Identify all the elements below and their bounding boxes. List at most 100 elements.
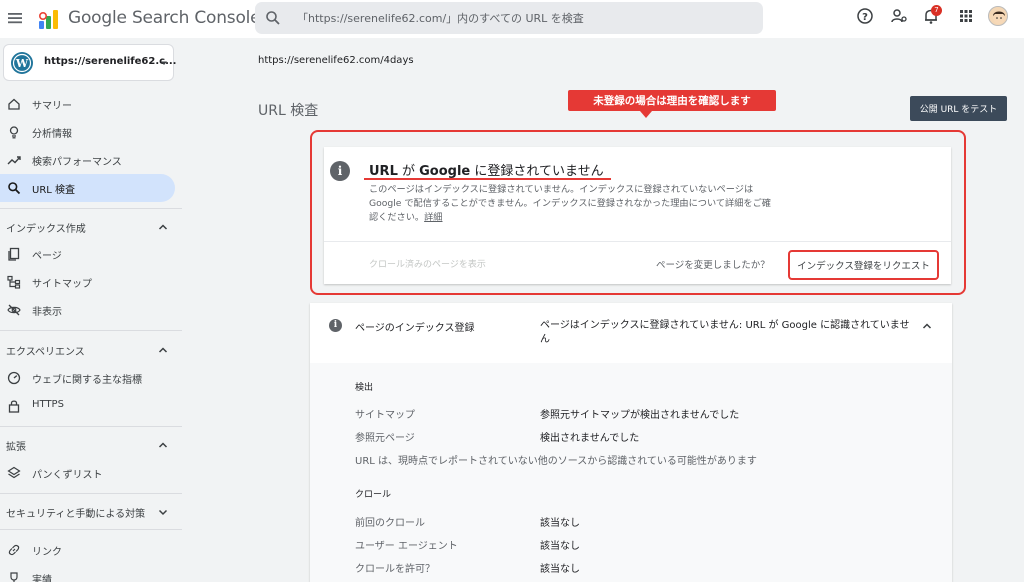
section-label: 拡張 (6, 442, 26, 453)
page-title: URL 検査 (258, 103, 319, 119)
section-experience[interactable]: エクスペリエンス (0, 339, 175, 361)
sidebar-item-label: 実績 (32, 575, 52, 582)
lightbulb-icon (9, 126, 19, 139)
page-indexing-header[interactable]: i ページのインデックス登録 ページはインデックスに登録されていません: URL… (310, 303, 952, 363)
section-security[interactable]: セキュリティと手動による対策 (0, 501, 175, 523)
sidebar: W https://serenelife62.c... サマリー 分析情報 検索… (0, 38, 185, 582)
section-indexing[interactable]: インデックス作成 (0, 216, 175, 238)
sidebar-item-label: リンク (32, 547, 62, 558)
section-label: エクスペリエンス (6, 347, 85, 358)
sidebar-item-pages[interactable]: ページ (0, 240, 175, 268)
sidebar-item-breadcrumbs[interactable]: パンくずリスト (0, 459, 175, 487)
eye-off-icon (7, 304, 21, 316)
help-icon[interactable]: ? (856, 7, 874, 25)
annotation-underline (364, 178, 611, 180)
search-console-logo-icon[interactable] (37, 7, 61, 31)
app-title[interactable]: Google Search Console (68, 8, 261, 28)
dropdown-arrow-icon (161, 61, 167, 65)
sidebar-item-label: URL 検査 (32, 185, 76, 196)
detail-key: ユーザー エージェント (355, 541, 458, 552)
sidebar-item-label: サマリー (32, 101, 72, 112)
sidebar-item-achievements[interactable]: 実績 (0, 564, 175, 582)
chevron-up-icon[interactable] (922, 321, 932, 331)
manage-accounts-icon[interactable] (890, 7, 908, 25)
sidebar-item-https[interactable]: HTTPS (0, 392, 175, 420)
inspected-url: https://serenelife62.com/4days (258, 55, 414, 66)
page-indexing-card: i ページのインデックス登録 ページはインデックスに登録されていません: URL… (310, 303, 952, 582)
chevron-down-icon (158, 509, 168, 516)
menu-icon[interactable] (6, 9, 24, 27)
sidebar-item-label: HTTPS (32, 399, 64, 410)
card-divider (324, 241, 951, 242)
detail-key: サイトマップ (355, 410, 415, 421)
sitemap-icon (7, 275, 21, 289)
chevron-up-icon (158, 347, 168, 353)
trophy-icon (10, 572, 18, 582)
index-status-description: このページはインデックスに登録されていません。インデックスに登録されていないペー… (369, 184, 771, 223)
sidebar-item-overview[interactable]: サマリー (0, 90, 175, 118)
crawl-heading: クロール (355, 490, 392, 500)
link-icon (8, 544, 20, 556)
detail-value: 該当なし (540, 564, 580, 575)
sidebar-item-url-inspection[interactable]: URL 検査 (0, 174, 175, 202)
info-icon: i (329, 319, 342, 332)
sidebar-item-label: 分析情報 (32, 129, 72, 140)
lock-icon (8, 400, 20, 413)
sidebar-divider (0, 426, 182, 427)
sidebar-item-performance[interactable]: 検索パフォーマンス (0, 146, 175, 174)
index-status-card: i URL が Google に登録されていません このページはインデックスに登… (324, 147, 951, 284)
chevron-up-icon (158, 442, 168, 448)
sidebar-item-label: 非表示 (32, 307, 62, 318)
detail-key: 参照元ページ (355, 433, 415, 444)
property-selector[interactable]: W https://serenelife62.c... (3, 44, 177, 81)
svg-text:W: W (15, 57, 29, 70)
notification-count-badge: 7 (931, 5, 942, 16)
detail-value: 検出されませんでした (540, 433, 640, 444)
page-indexing-label: ページのインデックス登録 (355, 323, 475, 334)
detail-value: 該当なし (540, 541, 580, 552)
detail-key: 前回のクロール (355, 518, 425, 529)
annotation-callout-tail (640, 111, 652, 118)
sidebar-divider (0, 208, 182, 209)
detail-value: 該当なし (540, 518, 580, 529)
detail-key: クロールを許可？ (355, 564, 435, 575)
detail-value: 参照元サイトマップが検出されませんでした (540, 410, 740, 421)
test-live-url-button[interactable]: 公開 URL をテスト (910, 96, 1007, 121)
discovery-note: URL は、現時点でレポートされていない他のソースから認識されている可能性があり… (355, 456, 757, 467)
section-label: インデックス作成 (6, 224, 86, 235)
sidebar-item-core-web-vitals[interactable]: ウェブに関する主な指標 (0, 364, 175, 392)
sidebar-item-label: サイトマップ (32, 279, 92, 290)
apps-grid-icon[interactable] (957, 7, 975, 25)
info-icon: i (330, 161, 350, 181)
sidebar-item-links[interactable]: リンク (0, 536, 175, 564)
sidebar-item-insights[interactable]: 分析情報 (0, 118, 175, 146)
request-indexing-button[interactable]: インデックス登録をリクエスト (788, 250, 939, 280)
sidebar-item-sitemaps[interactable]: サイトマップ (0, 268, 175, 296)
sidebar-divider (0, 330, 182, 331)
view-crawled-page-link[interactable]: クロール済みのページを表示 (369, 257, 486, 270)
sidebar-divider (0, 529, 182, 530)
search-placeholder[interactable]: 「https://serenelife62.com/」内のすべての URL を検… (297, 10, 584, 26)
property-label: https://serenelife62.c... (44, 56, 177, 67)
sidebar-item-label: ページ (32, 251, 62, 262)
page-changed-question: ページを変更しましたか？ (656, 260, 770, 271)
sidebar-item-label: 検索パフォーマンス (32, 157, 122, 168)
section-enhancements[interactable]: 拡張 (0, 434, 175, 456)
wordpress-icon: W (11, 52, 33, 74)
page-indexing-details: 検出 サイトマップ 参照元サイトマップが検出されませんでした 参照元ページ 検出… (310, 363, 952, 582)
sidebar-item-removals[interactable]: 非表示 (0, 296, 175, 324)
gauge-icon (7, 371, 21, 385)
top-app-bar: Google Search Console 「https://serenelif… (0, 0, 1024, 38)
index-status-title: URL が Google に登録されていません (369, 164, 604, 179)
annotation-callout: 未登録の場合は理由を確認します (568, 90, 776, 111)
account-avatar[interactable] (988, 6, 1008, 26)
search-icon (266, 11, 280, 25)
page-indexing-value: ページはインデックスに登録されていません: URL が Google に認識され… (540, 320, 910, 345)
discovery-heading: 検出 (355, 383, 374, 393)
url-inspection-search[interactable]: 「https://serenelife62.com/」内のすべての URL を検… (255, 2, 763, 34)
learn-more-link[interactable]: 詳細 (424, 212, 442, 223)
section-label: セキュリティと手動による対策 (6, 509, 146, 520)
avatar-face-icon (993, 11, 1005, 24)
sidebar-divider (0, 493, 182, 494)
svg-text:?: ? (862, 12, 868, 23)
